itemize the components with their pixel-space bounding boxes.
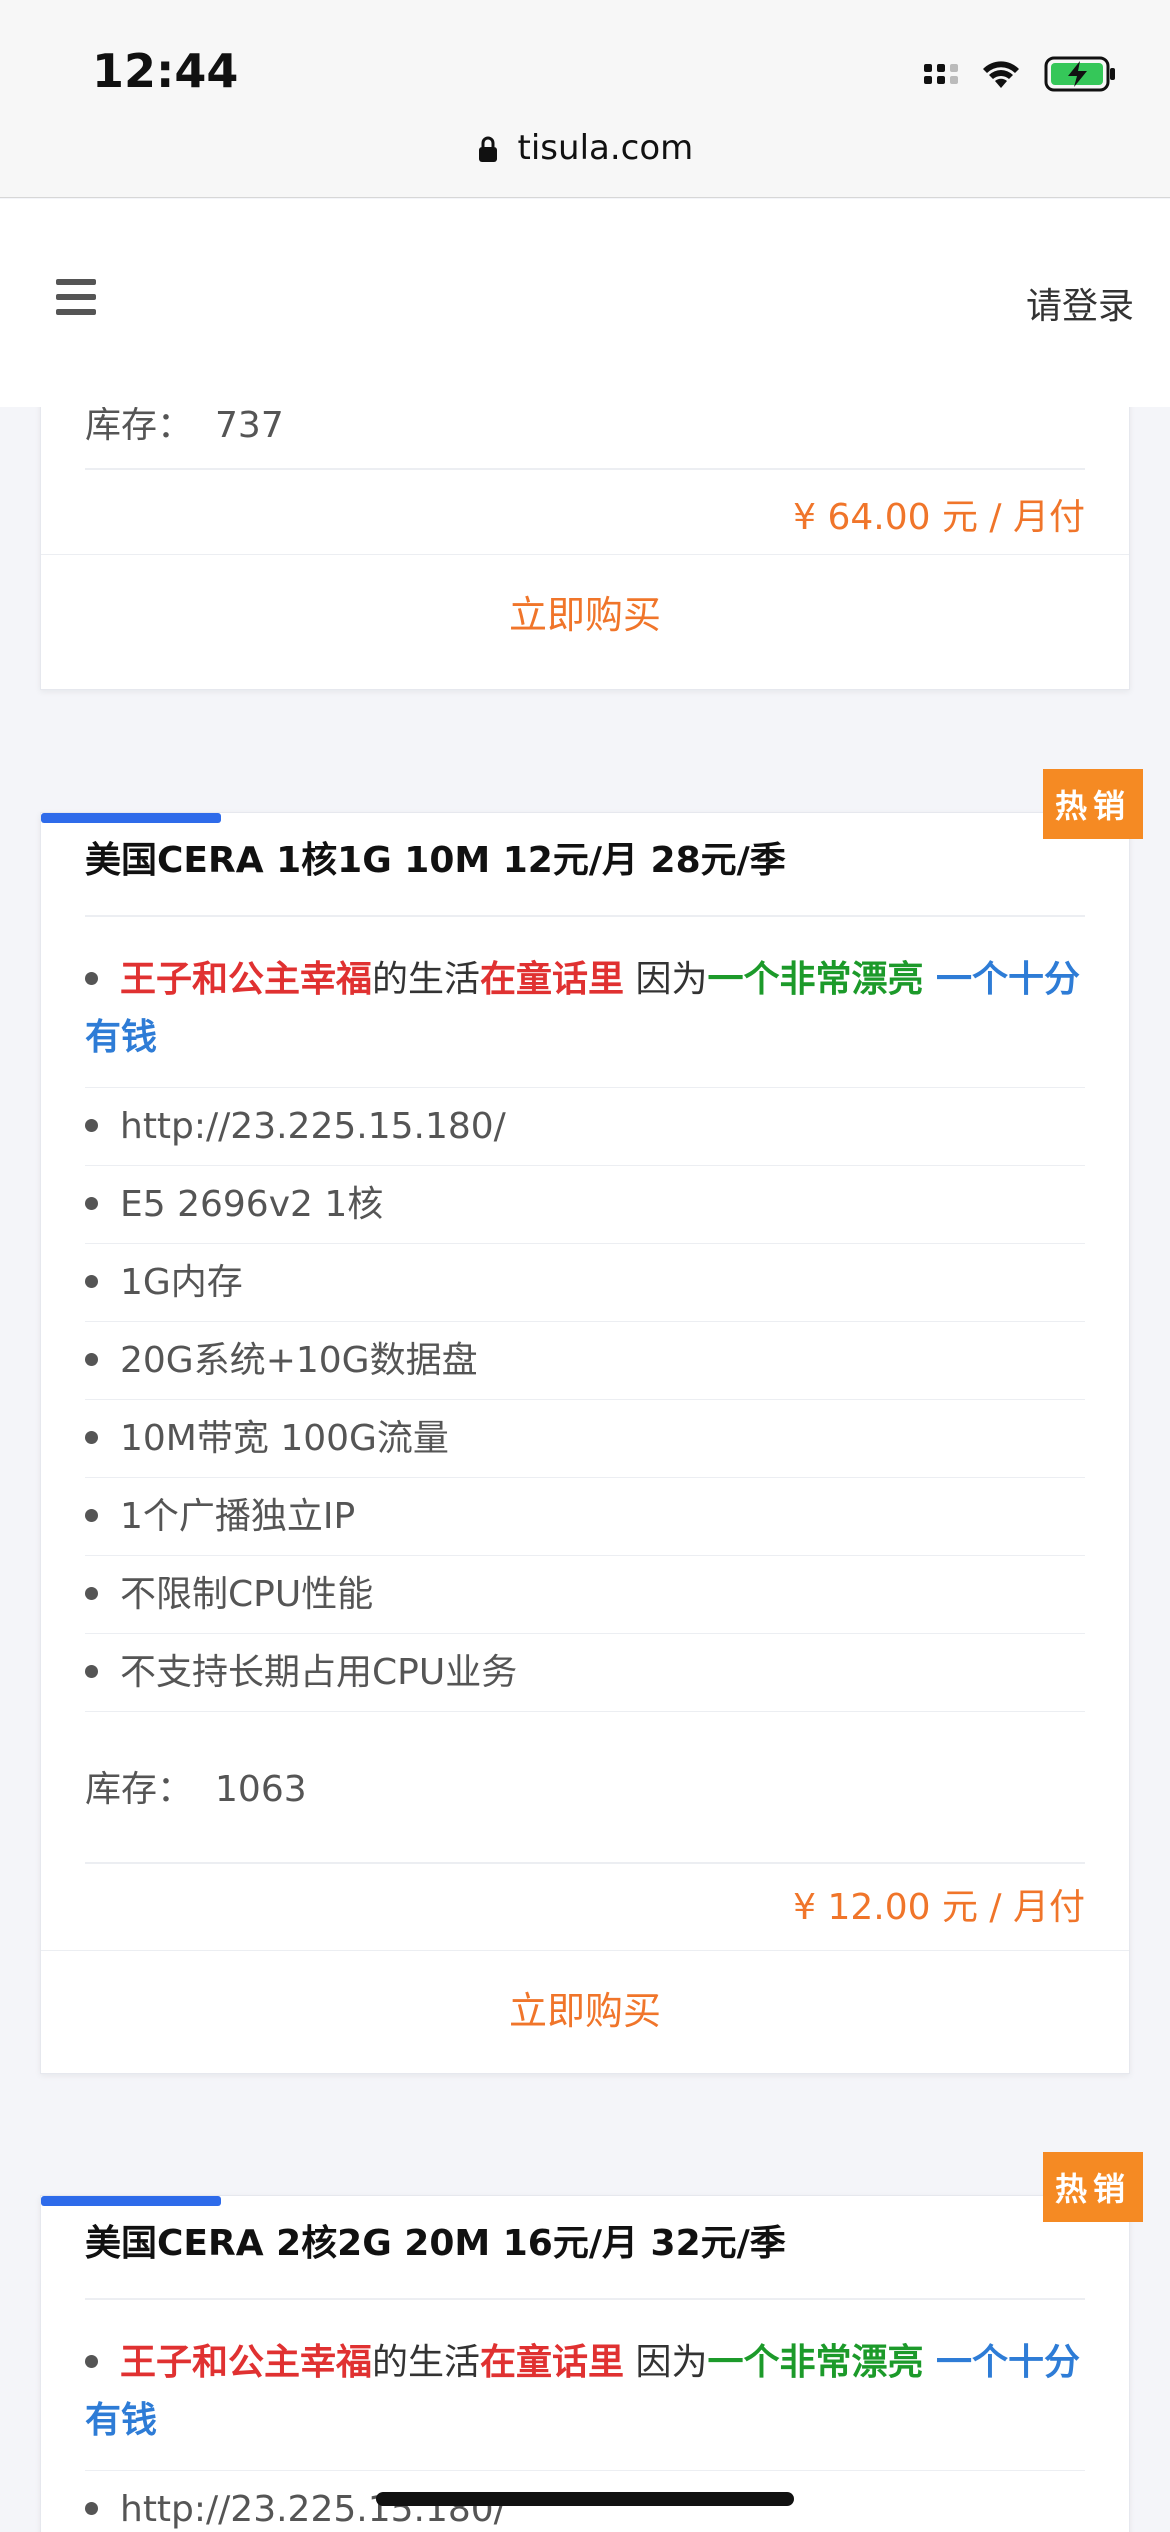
- buy-now-button[interactable]: 立即购买: [41, 554, 1129, 674]
- product-description: 王子和公主幸福的生活在童话里 因为一个非常漂亮 一个十分有钱: [85, 917, 1085, 1088]
- hamburger-menu-icon[interactable]: [56, 279, 96, 319]
- stock-label: 库存：: [85, 405, 194, 446]
- home-indicator[interactable]: [376, 2492, 794, 2506]
- product-title: 美国CERA 2核2G 20M 16元/月 32元/季: [85, 2196, 1085, 2300]
- feature-item: 不支持长期占用CPU业务: [85, 1634, 1085, 1712]
- address-bar[interactable]: tisula.com: [0, 128, 1170, 168]
- bullet-icon: [85, 1430, 98, 1444]
- product-card: 热销 美国CERA 2核2G 20M 16元/月 32元/季 王子和公主幸福的生…: [40, 2152, 1143, 2532]
- bullet-icon: [85, 1196, 98, 1210]
- product-card: 热销 美国CERA 1核1G 10M 12元/月 28元/季 王子和公主幸福的生…: [40, 769, 1143, 2074]
- site-header: 请登录: [0, 199, 1170, 407]
- browser-status-bar: 12:44 tisula.com: [0, 0, 1170, 198]
- bullet-icon: [85, 1274, 98, 1288]
- feature-text: 1G内存: [120, 1262, 243, 1303]
- bullet-icon: [85, 1118, 98, 1132]
- stock-value: 1063: [215, 1769, 307, 1810]
- desc-text: 因为: [624, 959, 708, 1000]
- feature-text: E5 2696v2 1核: [120, 1184, 384, 1225]
- status-time: 12:44: [92, 44, 239, 98]
- feature-item: 1个广播独立IP: [85, 1478, 1085, 1556]
- product-description: 王子和公主幸福的生活在童话里 因为一个非常漂亮 一个十分有钱: [85, 2300, 1085, 2471]
- signal-icon: [924, 64, 958, 84]
- price: ¥ 12.00 元 / 月付: [793, 1887, 1085, 1928]
- battery-charging-icon: [1044, 56, 1115, 92]
- url-text: tisula.com: [517, 128, 694, 168]
- feature-item: http://23.225.15.180/: [85, 1088, 1085, 1166]
- bullet-icon: [85, 971, 98, 985]
- feature-item: 1G内存: [85, 1244, 1085, 1322]
- feature-text: 10M带宽 100G流量: [120, 1418, 449, 1459]
- buy-now-button[interactable]: 立即购买: [41, 1950, 1129, 2070]
- product-title: 美国CERA 1核1G 10M 12元/月 28元/季: [85, 813, 1085, 917]
- desc-red-text: 王子和公主幸福: [120, 2342, 373, 2383]
- desc-red-text: 王子和公主幸福: [120, 959, 373, 1000]
- desc-text: 因为: [624, 2342, 708, 2383]
- feature-item: 20G系统+10G数据盘: [85, 1322, 1085, 1400]
- feature-text: 1个广播独立IP: [120, 1496, 356, 1537]
- feature-item: E5 2696v2 1核: [85, 1166, 1085, 1244]
- feature-text: http://23.225.15.180/: [120, 1106, 506, 1147]
- bullet-icon: [85, 1586, 98, 1600]
- bullet-icon: [85, 1352, 98, 1366]
- bullet-icon: [85, 2354, 98, 2368]
- bullet-icon: [85, 1508, 98, 1522]
- wifi-icon: [983, 61, 1019, 88]
- lock-icon: [478, 136, 497, 162]
- desc-red-text: 在童话里: [480, 959, 625, 1000]
- stock-label: 库存：: [85, 1769, 194, 1810]
- bullet-icon: [85, 1664, 98, 1678]
- stock-row: 库存： 1063: [85, 1712, 1085, 1864]
- desc-green-text: 一个非常漂亮: [707, 2342, 924, 2383]
- feature-text: 不支持长期占用CPU业务: [120, 1652, 518, 1693]
- feature-item: 不限制CPU性能: [85, 1556, 1085, 1634]
- price: ¥ 64.00 元 / 月付: [793, 497, 1085, 538]
- page: 12:44 tisula.com 请登录 库存： 737 ¥ 64.00 元 /…: [0, 0, 1170, 2532]
- desc-green-text: 一个非常漂亮: [707, 959, 924, 1000]
- stock-value: 737: [215, 405, 284, 446]
- desc-red-text: 在童话里: [480, 2342, 625, 2383]
- desc-text: 的生活: [372, 2342, 481, 2383]
- system-icons: [924, 54, 1118, 94]
- feature-text: 不限制CPU性能: [120, 1574, 374, 1615]
- bullet-icon: [85, 2501, 98, 2515]
- feature-item: 10M带宽 100G流量: [85, 1400, 1085, 1478]
- feature-text: 20G系统+10G数据盘: [120, 1340, 478, 1381]
- login-link[interactable]: 请登录: [1026, 277, 1134, 329]
- desc-text: 的生活: [372, 959, 481, 1000]
